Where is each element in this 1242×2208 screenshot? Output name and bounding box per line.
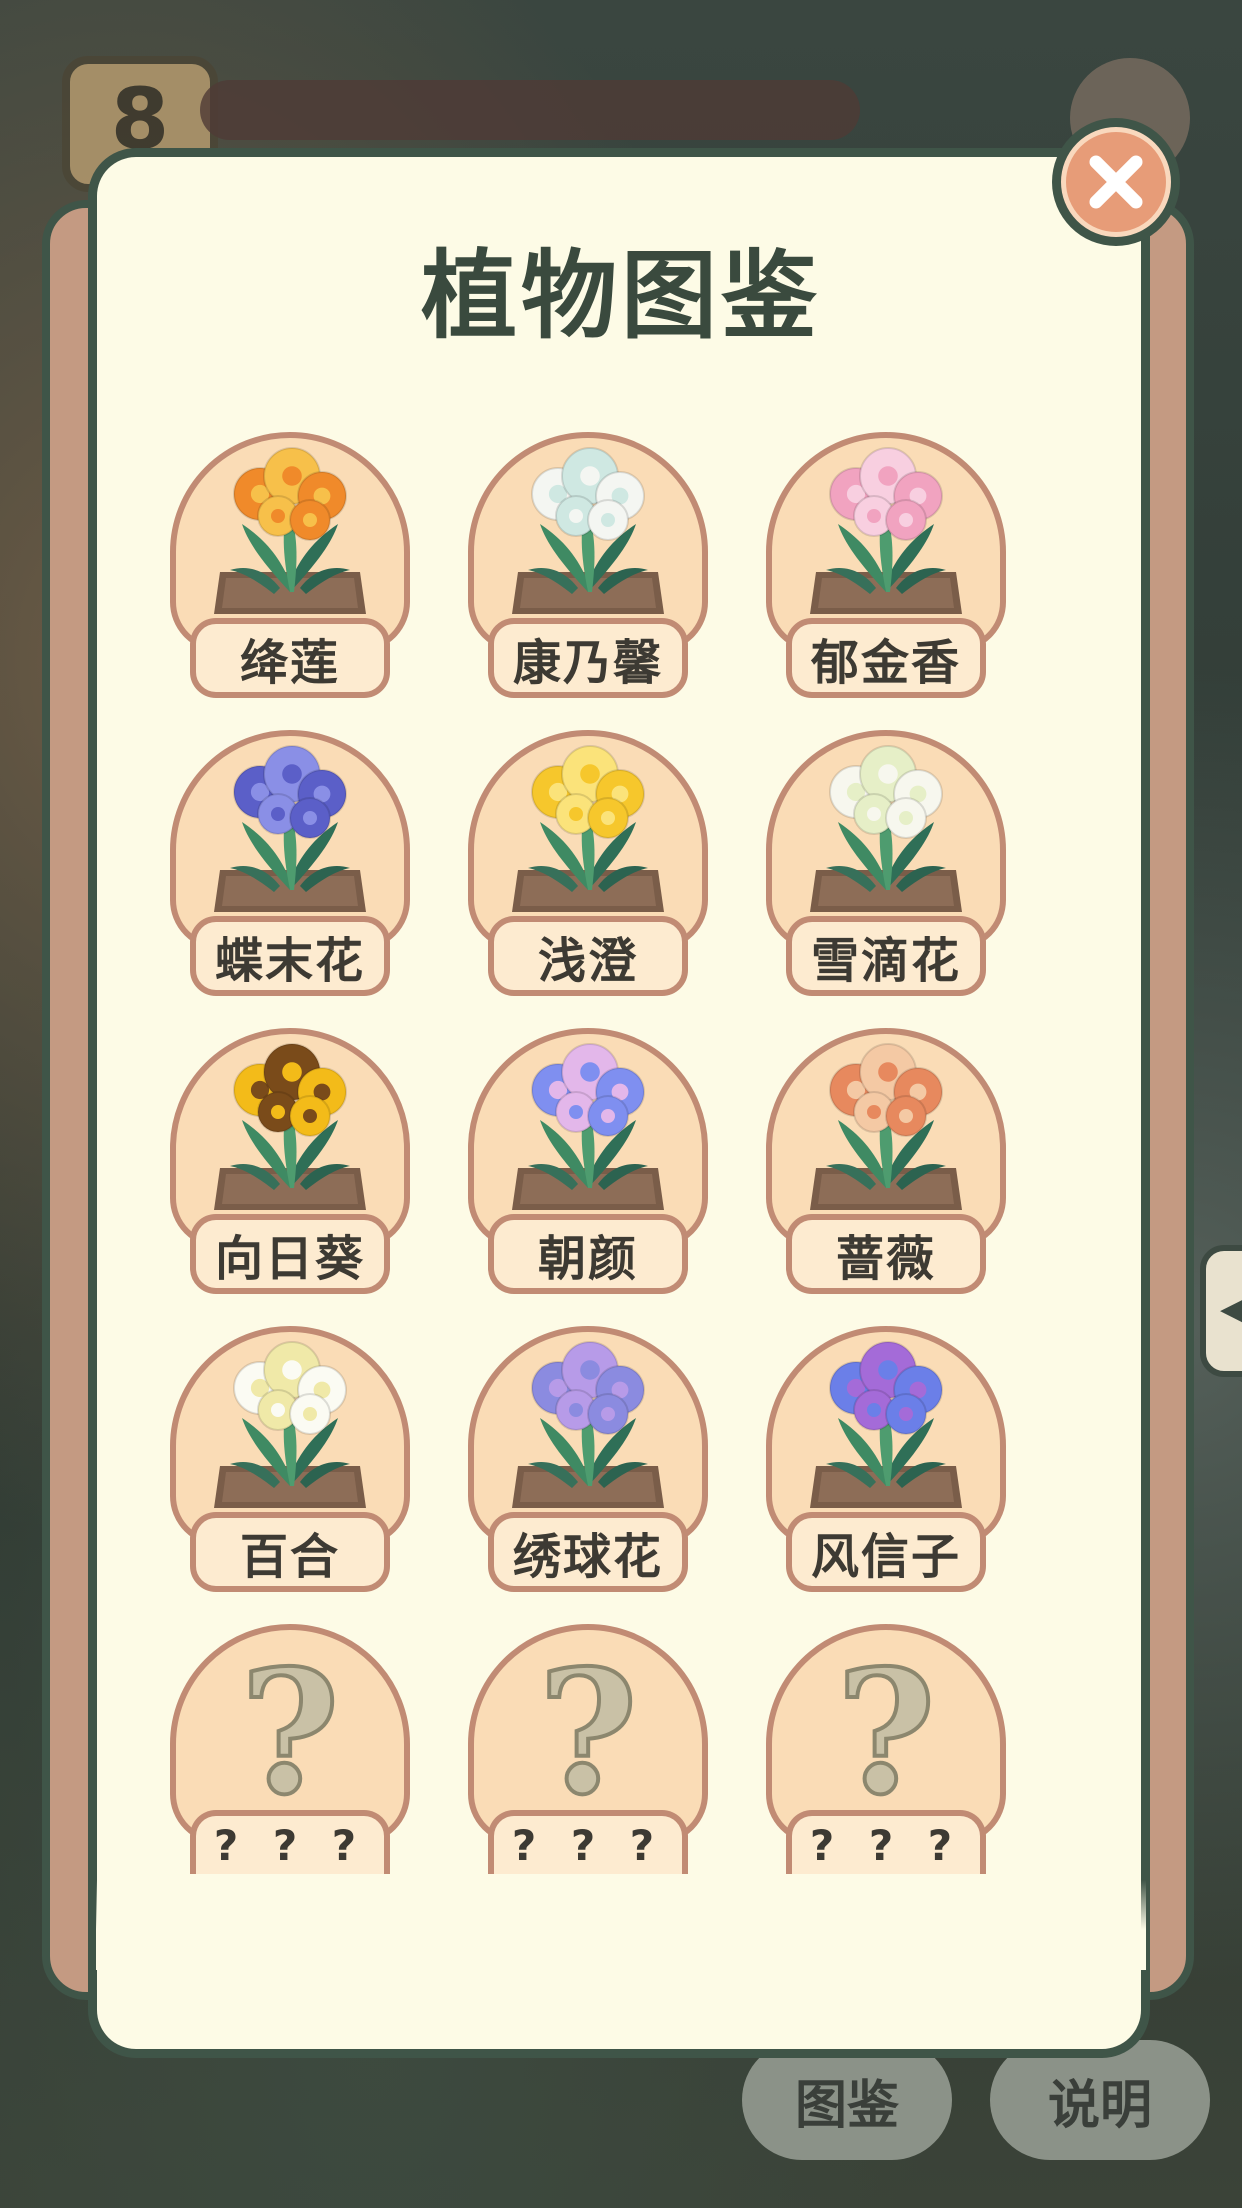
plant-card[interactable]: 郁金香 bbox=[762, 432, 1010, 698]
plant-name-label: 蔷薇 bbox=[786, 1214, 986, 1294]
plant-name-label: ? ? ? bbox=[786, 1810, 986, 1874]
plant-name-label: 百合 bbox=[190, 1512, 390, 1592]
plant-name-label: 向日葵 bbox=[190, 1214, 390, 1294]
plant-name-label: ? ? ? bbox=[488, 1810, 688, 1874]
plant-name-label: 康乃馨 bbox=[488, 618, 688, 698]
plant-name-label: 绛莲 bbox=[190, 618, 390, 698]
plant-card[interactable]: 康乃馨 bbox=[464, 432, 712, 698]
plant-card[interactable]: 绣球花 bbox=[464, 1326, 712, 1592]
catalog-button[interactable]: 图鉴 bbox=[742, 2040, 952, 2160]
svg-text:?: ? bbox=[836, 1633, 936, 1833]
plant-name-label: ? ? ? bbox=[190, 1810, 390, 1874]
plant-name-label: 朝颜 bbox=[488, 1214, 688, 1294]
help-button[interactable]: 说明 bbox=[990, 2040, 1210, 2160]
locked-plant-card[interactable]: ?? ? ? bbox=[464, 1624, 712, 1890]
plant-name-label: 绣球花 bbox=[488, 1512, 688, 1592]
dialog-title: 植物图鉴 bbox=[421, 240, 821, 352]
plant-card[interactable]: 蝶末花 bbox=[166, 730, 414, 996]
arrow-left-icon: ◀ bbox=[1220, 1289, 1242, 1329]
plant-card[interactable]: 风信子 bbox=[762, 1326, 1010, 1592]
side-arrow-button[interactable]: ◀ bbox=[1200, 1245, 1242, 1377]
plant-name-label: 风信子 bbox=[786, 1512, 986, 1592]
svg-text:?: ? bbox=[538, 1633, 638, 1833]
close-icon bbox=[1089, 155, 1143, 209]
locked-plant-card[interactable]: ?? ? ? bbox=[166, 1624, 414, 1890]
svg-text:?: ? bbox=[240, 1633, 340, 1833]
plant-card[interactable]: 浅澄 bbox=[464, 730, 712, 996]
level-progress-bar bbox=[200, 80, 860, 140]
plant-card[interactable]: 向日葵 bbox=[166, 1028, 414, 1294]
plant-card[interactable]: 蔷薇 bbox=[762, 1028, 1010, 1294]
plant-card[interactable]: 绛莲 bbox=[166, 432, 414, 698]
plant-name-label: 蝶末花 bbox=[190, 916, 390, 996]
plant-name-label: 浅澄 bbox=[488, 916, 688, 996]
plant-name-label: 雪滴花 bbox=[786, 916, 986, 996]
scroll-fade bbox=[96, 1880, 1146, 1970]
close-button[interactable] bbox=[1052, 118, 1180, 246]
plant-name-label: 郁金香 bbox=[786, 618, 986, 698]
plant-card[interactable]: 百合 bbox=[166, 1326, 414, 1592]
locked-plant-card[interactable]: ?? ? ? bbox=[762, 1624, 1010, 1890]
plant-card[interactable]: 朝颜 bbox=[464, 1028, 712, 1294]
plant-card[interactable]: 雪滴花 bbox=[762, 730, 1010, 996]
